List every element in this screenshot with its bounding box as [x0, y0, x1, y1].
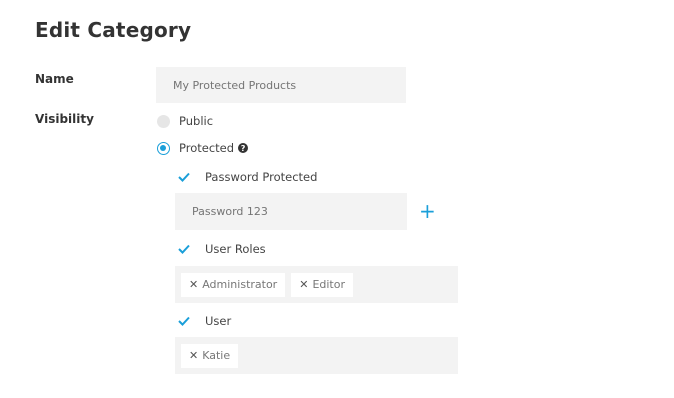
check-icon[interactable]: [177, 170, 191, 184]
visibility-option-protected[interactable]: Protected ?: [157, 141, 249, 155]
visibility-option-public[interactable]: Public: [157, 114, 213, 128]
tag-katie: ✕ Katie: [181, 343, 239, 368]
close-icon[interactable]: ✕: [299, 278, 308, 291]
close-icon[interactable]: ✕: [189, 349, 198, 362]
close-icon[interactable]: ✕: [189, 278, 198, 291]
plus-icon[interactable]: +: [419, 201, 436, 221]
user-option[interactable]: User: [177, 314, 231, 328]
public-radio[interactable]: [157, 114, 170, 128]
password-input[interactable]: [175, 193, 407, 230]
protected-label: Protected: [179, 141, 235, 155]
user-tag-input[interactable]: ✕ Katie: [175, 337, 458, 374]
question-icon[interactable]: ?: [238, 143, 249, 153]
check-icon[interactable]: [177, 314, 191, 328]
password-protected-option[interactable]: Password Protected: [177, 170, 317, 184]
user-label: User: [205, 314, 232, 328]
public-label: Public: [179, 114, 214, 128]
password-protected-label: Password Protected: [205, 170, 318, 184]
user-roles-label: User Roles: [205, 242, 266, 256]
user-roles-option[interactable]: User Roles: [177, 242, 266, 256]
user-roles-tag-input[interactable]: ✕ Administrator ✕ Editor: [175, 266, 458, 303]
visibility-label: Visibility: [35, 112, 94, 126]
check-icon[interactable]: [177, 242, 191, 256]
name-label: Name: [35, 72, 74, 86]
name-input[interactable]: [156, 67, 406, 103]
protected-radio[interactable]: [157, 141, 170, 155]
page-title: Edit Category: [35, 18, 192, 42]
tag-editor: ✕ Editor: [291, 272, 353, 297]
tag-administrator: ✕ Administrator: [181, 272, 286, 297]
